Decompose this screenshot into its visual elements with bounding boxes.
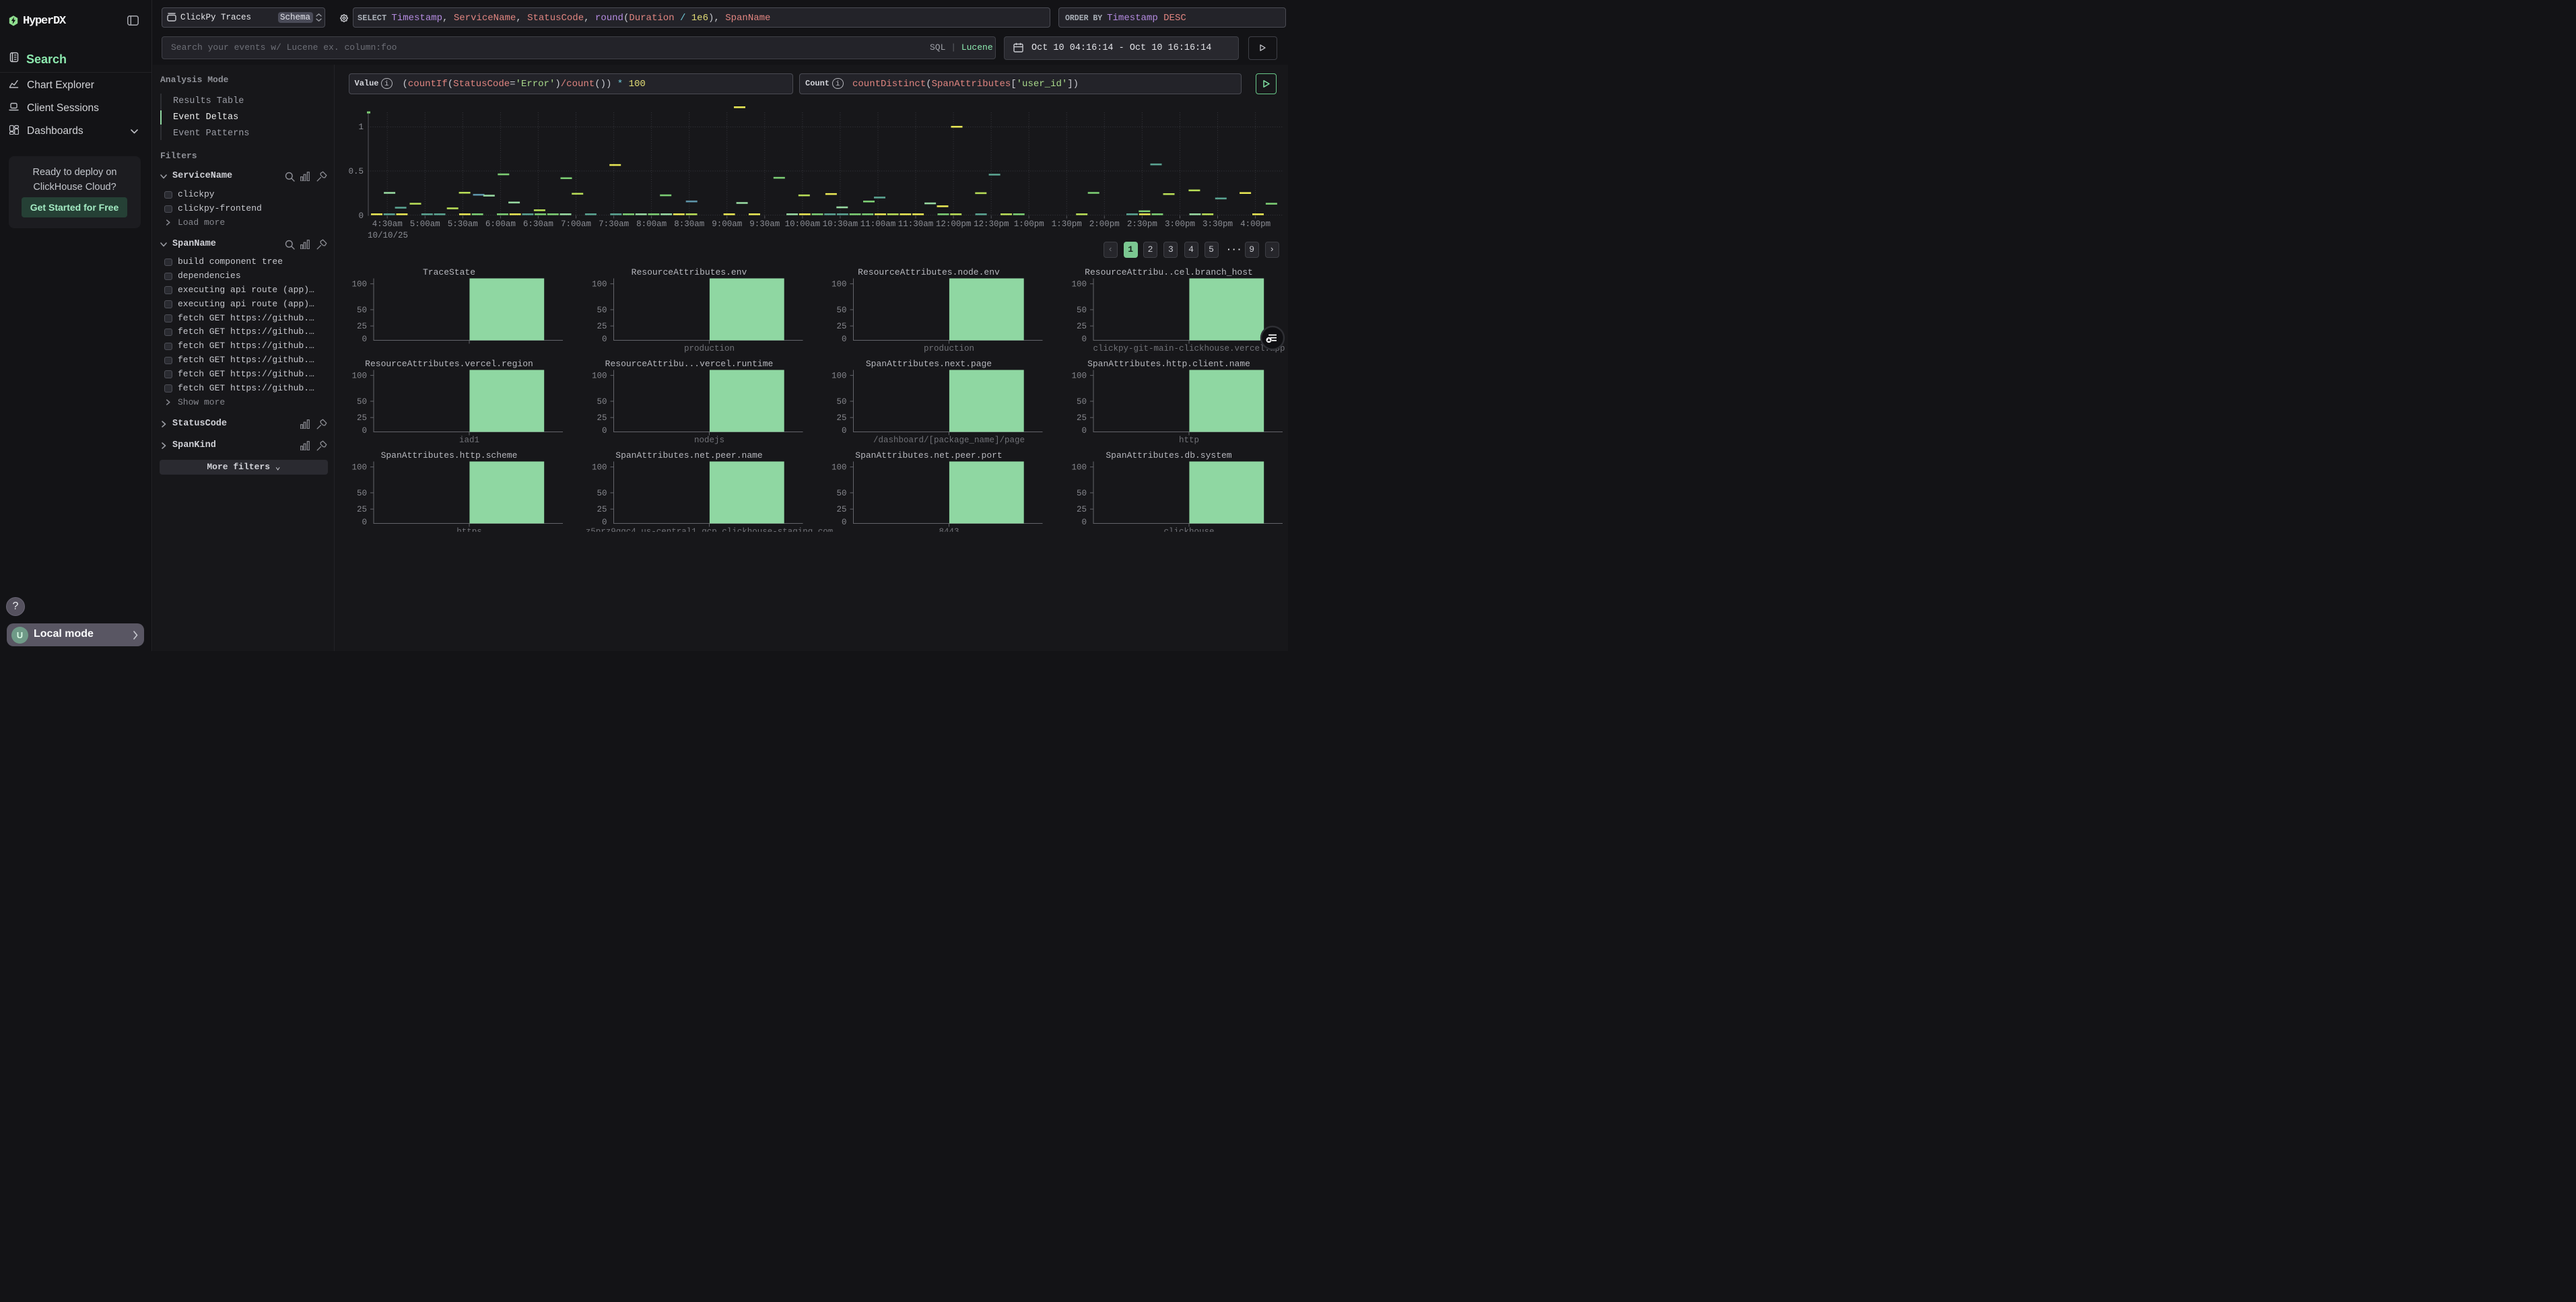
- svg-text:0: 0: [602, 518, 607, 527]
- svg-text:TraceState: TraceState: [423, 267, 475, 277]
- svg-text:0: 0: [362, 426, 367, 436]
- svg-text:2:00pm: 2:00pm: [1089, 219, 1120, 229]
- svg-text:50: 50: [357, 306, 367, 315]
- svg-text:8443: 8443: [939, 527, 959, 532]
- svg-text:4:30am: 4:30am: [372, 219, 403, 229]
- svg-text:50: 50: [1077, 489, 1087, 498]
- svg-text:clickhouse: clickhouse: [1163, 527, 1214, 532]
- svg-text:11:30am: 11:30am: [898, 219, 934, 229]
- svg-text:SpanAttributes.next.page: SpanAttributes.next.page: [866, 359, 992, 369]
- svg-text:100: 100: [351, 280, 367, 289]
- svg-text:http: http: [1179, 436, 1199, 445]
- svg-text:25: 25: [836, 413, 846, 423]
- svg-text:100: 100: [592, 463, 607, 473]
- svg-text:0: 0: [842, 518, 847, 527]
- svg-text:production: production: [684, 344, 735, 353]
- svg-text:100: 100: [351, 463, 367, 473]
- svg-text:1: 1: [358, 123, 364, 132]
- svg-text:1:00pm: 1:00pm: [1014, 219, 1044, 229]
- svg-text:25: 25: [357, 505, 367, 514]
- svg-text:0: 0: [602, 426, 607, 436]
- svg-text:0: 0: [602, 335, 607, 344]
- svg-text:0: 0: [1081, 518, 1087, 527]
- svg-text:50: 50: [597, 489, 607, 498]
- svg-text:100: 100: [1071, 372, 1087, 381]
- svg-text:z5prz9ggc4.us-central1.gcp.cli: z5prz9ggc4.us-central1.gcp.clickhouse-st…: [586, 527, 834, 532]
- svg-text:25: 25: [836, 322, 846, 331]
- svg-text:0: 0: [842, 426, 847, 436]
- svg-text:6:30am: 6:30am: [523, 219, 553, 229]
- svg-text:50: 50: [357, 397, 367, 407]
- svg-text:9:00am: 9:00am: [712, 219, 742, 229]
- svg-text:SpanAttributes.db.system: SpanAttributes.db.system: [1106, 450, 1231, 460]
- svg-text:11:00am: 11:00am: [860, 219, 896, 229]
- svg-text:10/10/25: 10/10/25: [368, 231, 408, 240]
- svg-text:100: 100: [1071, 280, 1087, 289]
- svg-text:25: 25: [1077, 413, 1087, 423]
- svg-text:clickpy-git-main-clickhouse.ve: clickpy-git-main-clickhouse.vercel.app: [1093, 344, 1285, 353]
- svg-text:3:30pm: 3:30pm: [1202, 219, 1233, 229]
- svg-text:25: 25: [597, 413, 607, 423]
- svg-text:12:30pm: 12:30pm: [974, 219, 1009, 229]
- svg-text:50: 50: [597, 397, 607, 407]
- svg-text:50: 50: [597, 306, 607, 315]
- svg-text:0: 0: [842, 335, 847, 344]
- svg-text:9:30am: 9:30am: [749, 219, 780, 229]
- svg-text:100: 100: [351, 372, 367, 381]
- svg-text:100: 100: [832, 463, 847, 473]
- svg-text:0: 0: [1081, 426, 1087, 436]
- svg-text:5:00am: 5:00am: [410, 219, 440, 229]
- svg-text:ResourceAttributes.vercel.regi: ResourceAttributes.vercel.region: [365, 359, 533, 369]
- svg-text:100: 100: [832, 280, 847, 289]
- svg-text:ResourceAttribu..cel.branch_ho: ResourceAttribu..cel.branch_host: [1085, 267, 1253, 277]
- svg-text:8:00am: 8:00am: [636, 219, 667, 229]
- svg-text:100: 100: [1071, 463, 1087, 473]
- svg-text:100: 100: [592, 280, 607, 289]
- svg-text:10:30am: 10:30am: [823, 219, 858, 229]
- svg-text:7:30am: 7:30am: [599, 219, 629, 229]
- svg-text:2:30pm: 2:30pm: [1127, 219, 1157, 229]
- svg-text:50: 50: [1077, 397, 1087, 407]
- svg-text:12:00pm: 12:00pm: [936, 219, 972, 229]
- svg-text:25: 25: [357, 413, 367, 423]
- svg-text:ResourceAttributes.env: ResourceAttributes.env: [632, 267, 747, 277]
- svg-text:SpanAttributes.http.scheme: SpanAttributes.http.scheme: [381, 450, 518, 460]
- svg-text:8:30am: 8:30am: [674, 219, 704, 229]
- svg-text:25: 25: [597, 505, 607, 514]
- svg-text:0: 0: [362, 335, 367, 344]
- svg-text:1:30pm: 1:30pm: [1052, 219, 1082, 229]
- svg-text:4:00pm: 4:00pm: [1240, 219, 1270, 229]
- svg-text:SpanAttributes.net.peer.name: SpanAttributes.net.peer.name: [615, 450, 762, 460]
- svg-text:0.5: 0.5: [348, 167, 364, 176]
- svg-text:25: 25: [1077, 322, 1087, 331]
- svg-text:25: 25: [357, 322, 367, 331]
- svg-text:25: 25: [836, 505, 846, 514]
- svg-text:iad1: iad1: [459, 436, 479, 445]
- svg-text:0: 0: [362, 518, 367, 527]
- svg-text:ResourceAttributes.node.env: ResourceAttributes.node.env: [858, 267, 1000, 277]
- svg-text:100: 100: [592, 372, 607, 381]
- svg-text:/dashboard/[package_name]/page: /dashboard/[package_name]/page: [873, 436, 1025, 445]
- svg-text:50: 50: [836, 397, 846, 407]
- svg-text:50: 50: [836, 306, 846, 315]
- svg-text:50: 50: [1077, 306, 1087, 315]
- svg-text:6:00am: 6:00am: [485, 219, 516, 229]
- svg-text:0: 0: [1081, 335, 1087, 344]
- svg-text:SpanAttributes.http.client.nam: SpanAttributes.http.client.name: [1087, 359, 1250, 369]
- svg-text:0: 0: [358, 211, 364, 221]
- svg-text:25: 25: [597, 322, 607, 331]
- svg-text:100: 100: [832, 372, 847, 381]
- svg-text:https: https: [456, 527, 482, 532]
- svg-text:SpanAttributes.net.peer.port: SpanAttributes.net.peer.port: [855, 450, 1002, 460]
- svg-text:50: 50: [836, 489, 846, 498]
- svg-text:nodejs: nodejs: [694, 436, 724, 445]
- svg-text:3:00pm: 3:00pm: [1165, 219, 1195, 229]
- svg-text:50: 50: [357, 489, 367, 498]
- svg-text:7:00am: 7:00am: [561, 219, 591, 229]
- svg-text:ResourceAttribu...vercel.runti: ResourceAttribu...vercel.runtime: [605, 359, 774, 369]
- svg-text:5:30am: 5:30am: [448, 219, 478, 229]
- svg-text:production: production: [924, 344, 974, 353]
- svg-text:10:00am: 10:00am: [785, 219, 821, 229]
- svg-text:25: 25: [1077, 505, 1087, 514]
